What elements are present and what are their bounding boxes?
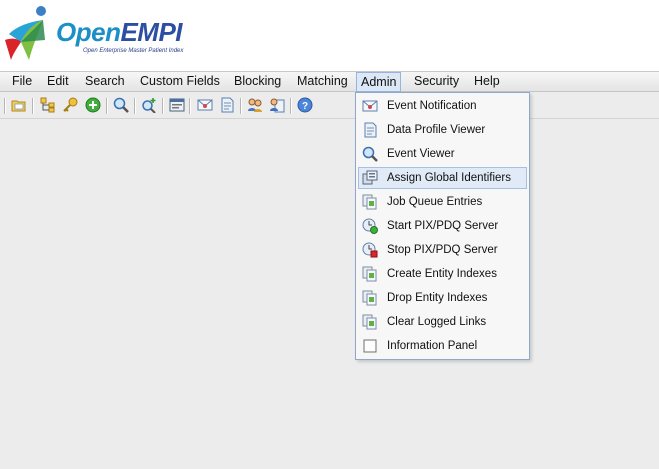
menu-admin[interactable]: Admin: [356, 72, 402, 92]
checkbox-icon: [363, 339, 377, 353]
server-start-icon: [362, 218, 378, 234]
magnifier-icon: [362, 146, 378, 162]
menu-blocking[interactable]: Blocking: [230, 72, 285, 91]
pages-icon: [362, 266, 377, 282]
key-icon[interactable]: [62, 97, 78, 113]
menu-help[interactable]: Help: [470, 72, 504, 91]
menu-item-create-entity-indexes[interactable]: Create Entity Indexes: [358, 263, 527, 285]
toolbar: ?: [0, 92, 659, 119]
global-id-icon: [362, 170, 378, 185]
menu-item-job-queue-entries[interactable]: Job Queue Entries: [358, 191, 527, 213]
menu-item-assign-global-identifiers[interactable]: Assign Global Identifiers: [358, 167, 527, 189]
user-document-icon[interactable]: [269, 97, 285, 113]
app-subtitle: Open Enterprise Master Patient Index: [83, 48, 184, 54]
search-add-icon[interactable]: [141, 97, 157, 113]
toolbar-separator: [106, 98, 108, 114]
menu-item-label: Start PIX/PDQ Server: [387, 220, 499, 232]
toolbar-separator: [134, 98, 136, 114]
server-stop-icon: [362, 242, 378, 258]
menu-search[interactable]: Search: [81, 72, 129, 91]
menu-item-label: Clear Logged Links: [387, 316, 487, 328]
users-icon[interactable]: [247, 97, 263, 113]
menu-item-label: Job Queue Entries: [387, 196, 483, 208]
menu-item-label: Drop Entity Indexes: [387, 292, 488, 304]
help-icon[interactable]: ?: [297, 97, 313, 113]
pages-icon: [362, 290, 377, 306]
menu-edit[interactable]: Edit: [43, 72, 73, 91]
menu-item-label: Information Panel: [387, 340, 478, 352]
menu-item-event-viewer[interactable]: Event Viewer: [358, 143, 527, 165]
document-icon: [364, 122, 377, 138]
admin-dropdown-menu: Event Notification Data Profile Viewer E…: [355, 92, 530, 360]
toolbar-separator: [290, 98, 292, 114]
app-title: OpenEMPI: [56, 17, 183, 47]
menu-item-stop-pix-pdq-server[interactable]: Stop PIX/PDQ Server: [358, 239, 527, 261]
menu-item-label: Data Profile Viewer: [387, 124, 486, 136]
app-title-empi: EMPI: [120, 17, 183, 47]
menu-item-label: Stop PIX/PDQ Server: [387, 244, 498, 256]
menu-item-label: Event Notification: [387, 100, 477, 112]
menu-item-label: Create Entity Indexes: [387, 268, 497, 280]
window-icon[interactable]: [169, 97, 185, 113]
toolbar-separator: [4, 98, 6, 114]
menu-item-label: Event Viewer: [387, 148, 455, 160]
toolbar-separator: [162, 98, 164, 114]
menu-matching[interactable]: Matching: [293, 72, 352, 91]
main-content-area: [0, 119, 659, 469]
add-circle-icon[interactable]: [85, 97, 101, 113]
document-icon[interactable]: [219, 97, 235, 113]
open-folder-icon[interactable]: [11, 97, 27, 113]
pages-icon: [362, 194, 377, 210]
toolbar-separator: [189, 98, 191, 114]
menu-item-event-notification[interactable]: Event Notification: [358, 95, 527, 117]
menu-item-information-panel[interactable]: Information Panel: [358, 335, 527, 357]
svg-text:?: ?: [302, 101, 308, 112]
menu-item-clear-logged-links[interactable]: Clear Logged Links: [358, 311, 527, 333]
search-icon[interactable]: [113, 97, 129, 113]
mail-icon[interactable]: [197, 97, 213, 113]
app-header: OpenEMPI Open Enterprise Master Patient …: [0, 0, 659, 71]
menu-file[interactable]: File: [8, 72, 36, 91]
menu-item-data-profile-viewer[interactable]: Data Profile Viewer: [358, 119, 527, 141]
openempi-logo-icon: [5, 6, 46, 60]
menu-item-label: Assign Global Identifiers: [387, 172, 512, 184]
menu-custom-fields[interactable]: Custom Fields: [136, 72, 224, 91]
menu-bar: File Edit Search Custom Fields Blocking …: [0, 71, 659, 92]
pages-icon: [362, 314, 377, 330]
hierarchy-icon[interactable]: [40, 97, 56, 113]
app-title-open: Open: [56, 17, 121, 47]
toolbar-separator: [32, 98, 34, 114]
menu-security[interactable]: Security: [410, 72, 463, 91]
mail-icon: [362, 100, 378, 112]
menu-item-drop-entity-indexes[interactable]: Drop Entity Indexes: [358, 287, 527, 309]
toolbar-separator: [240, 98, 242, 114]
menu-item-start-pix-pdq-server[interactable]: Start PIX/PDQ Server: [358, 215, 527, 237]
